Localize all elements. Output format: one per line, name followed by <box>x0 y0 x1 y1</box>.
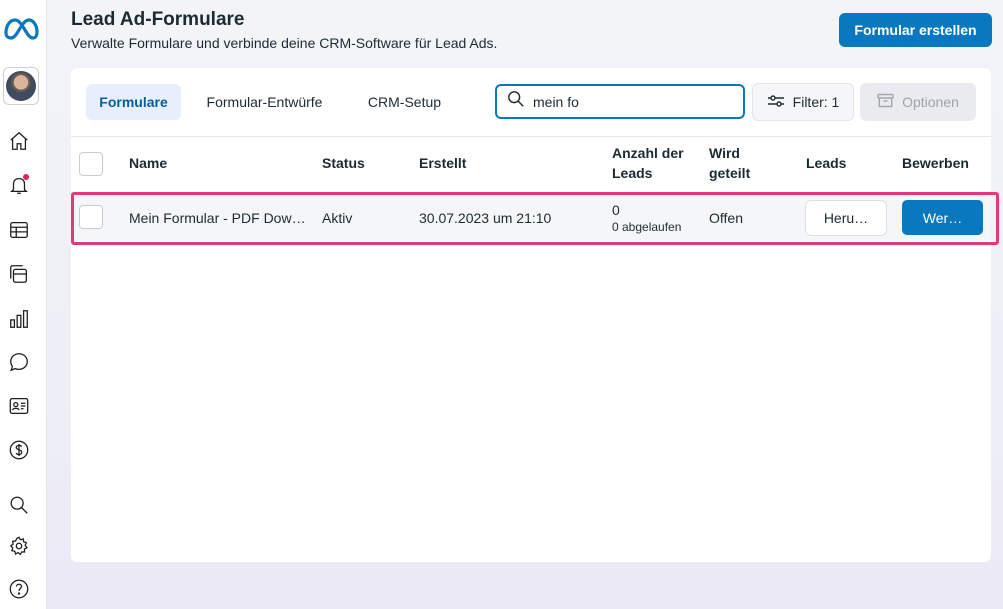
help-icon[interactable] <box>6 576 32 602</box>
dollar-icon[interactable] <box>6 437 32 463</box>
row-expired-count: 0 abgelaufen <box>612 220 682 234</box>
download-leads-button[interactable]: Heru… <box>805 200 887 236</box>
column-header-shared-line2: geteilt <box>709 165 751 181</box>
avatar-image <box>6 71 36 101</box>
row-created: 30.07.2023 um 21:10 <box>419 210 552 226</box>
forms-card: Formulare Formular-Entwürfe CRM-Setup Fi… <box>71 68 991 562</box>
create-form-button[interactable]: Formular erstellen <box>839 13 992 47</box>
avatar[interactable] <box>3 67 39 105</box>
chat-bubble-icon[interactable] <box>6 349 32 375</box>
column-header-created[interactable]: Erstellt <box>419 153 466 173</box>
search-icon <box>507 90 525 113</box>
options-label: Optionen <box>902 94 959 110</box>
row-form-name[interactable]: Mein Formular - PDF Dow… <box>129 210 306 226</box>
page-subtitle: Verwalte Formulare und verbinde deine CR… <box>71 35 498 51</box>
bar-chart-icon[interactable] <box>6 306 32 332</box>
page-title: Lead Ad-Formulare <box>71 9 245 30</box>
filter-label: Filter: 1 <box>792 94 840 110</box>
tab-forms[interactable]: Formulare <box>86 84 181 120</box>
column-header-leads: Leads <box>806 155 847 171</box>
column-header-name[interactable]: Name <box>129 153 167 173</box>
column-header-shared-line1: Wird <box>709 145 740 161</box>
column-header-shared[interactable]: Wird geteilt <box>709 143 750 183</box>
column-header-lead-count-line1: Anzahl der <box>612 145 684 161</box>
row-shared: Offen <box>709 210 743 226</box>
gear-icon[interactable] <box>6 533 32 559</box>
notification-badge <box>23 174 29 180</box>
tab-crm-setup[interactable]: CRM-Setup <box>354 84 455 120</box>
search-icon[interactable] <box>6 492 32 518</box>
table-icon[interactable] <box>6 217 32 243</box>
pages-icon[interactable] <box>6 261 32 287</box>
filter-button[interactable]: Filter: 1 <box>752 83 854 121</box>
row-lead-count: 0 <box>612 202 620 218</box>
left-navigation-rail <box>0 0 47 609</box>
search-box[interactable] <box>495 84 745 119</box>
home-icon[interactable] <box>6 128 32 154</box>
column-header-lead-count-line2: Leads <box>612 165 653 181</box>
header-divider <box>71 136 991 137</box>
sliders-icon <box>767 94 785 111</box>
column-header-promote: Bewerben <box>902 155 969 171</box>
search-input[interactable] <box>533 93 723 110</box>
tab-form-drafts[interactable]: Formular-Entwürfe <box>193 84 336 120</box>
promote-button[interactable]: Wer… <box>902 200 983 235</box>
options-button[interactable]: Optionen <box>860 83 976 121</box>
bell-icon[interactable] <box>6 172 32 198</box>
select-all-checkbox[interactable] <box>79 152 103 176</box>
archive-icon <box>877 93 894 111</box>
contact-card-icon[interactable] <box>6 393 32 419</box>
meta-logo-icon[interactable] <box>3 14 39 44</box>
column-header-status[interactable]: Status <box>322 153 365 173</box>
row-status: Aktiv <box>322 210 353 226</box>
column-header-lead-count[interactable]: Anzahl der Leads <box>612 143 684 183</box>
row-checkbox[interactable] <box>79 205 103 229</box>
